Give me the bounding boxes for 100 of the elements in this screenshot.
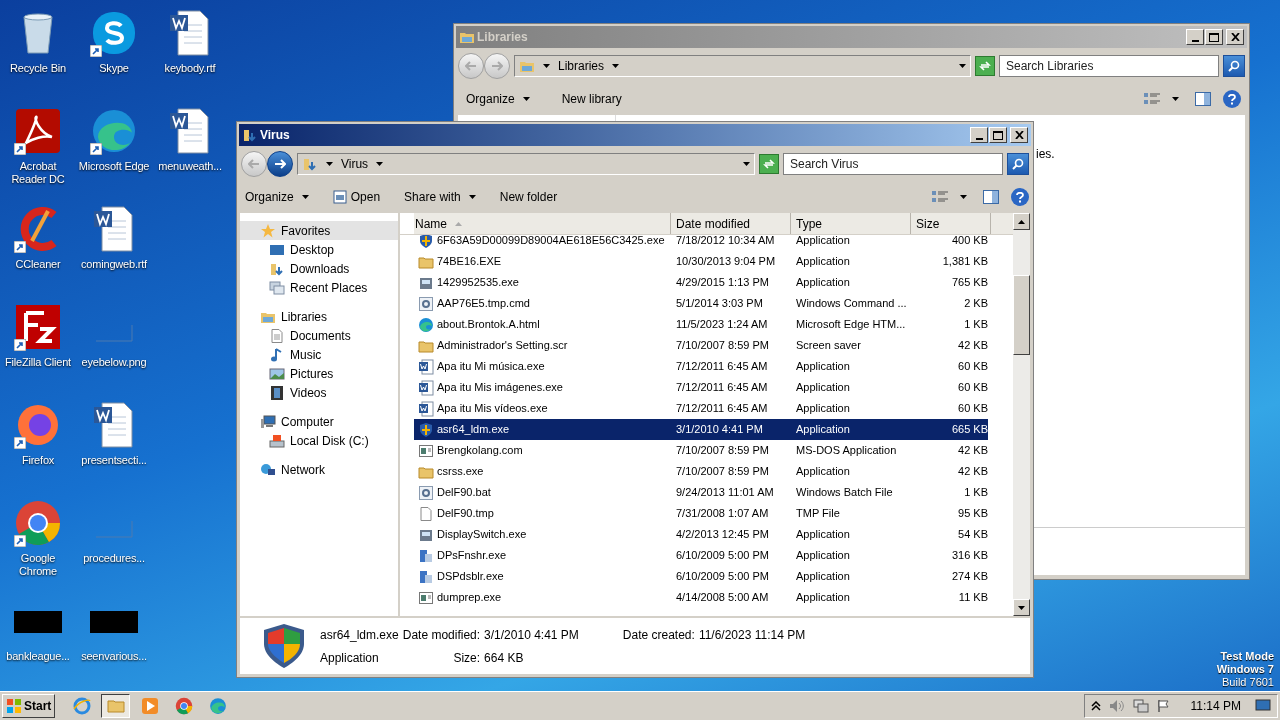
size-cell-text: 60 KB	[957, 401, 988, 417]
navigation-item[interactable]: Pictures	[240, 364, 398, 383]
close-button[interactable]	[1010, 127, 1028, 143]
refresh-icon	[763, 157, 775, 170]
file-row[interactable]: 1429952535.exe 4/29/2015 1:13 PM Application 765 KB	[414, 272, 988, 293]
file-row[interactable]: DisplaySwitch.exe 4/2/2013 12:45 PM Application 54 KB	[414, 524, 988, 545]
file-row[interactable]: 6F63A59D00099D89004AE618E56C3425.exe 7/18/2012 10:34 AM Application 400 KB	[414, 235, 988, 251]
file-row[interactable]: Apa itu Mi música.exe 7/12/2011 6:45 AM Application 60 KB	[414, 356, 988, 377]
scroll-thumb[interactable]	[1013, 274, 1030, 355]
help-button[interactable]	[1011, 188, 1029, 206]
file-row[interactable]: asr64_ldm.exe 3/1/2010 4:41 PM Application 665 KB	[414, 419, 988, 440]
file-row[interactable]: Apa itu Mis vídeos.exe 7/12/2011 6:45 AM Application 60 KB	[414, 398, 988, 419]
flag-icon[interactable]	[1156, 699, 1171, 713]
date-cell-text: 11/5/2023 1:24 AM	[675, 317, 769, 333]
windows-logo-icon	[6, 698, 22, 714]
shield-icon	[418, 421, 434, 438]
forward-arrow-icon	[274, 158, 286, 169]
search-field[interactable]: Search Virus	[783, 152, 1003, 175]
maximize-button[interactable]	[1205, 29, 1223, 45]
network-icon[interactable]	[1132, 699, 1149, 713]
file-name: 6F63A59D00099D89004AE618E56C3425.exe	[437, 235, 665, 249]
file-row[interactable]: DelF90.bat 9/24/2013 11:01 AM Windows Batch File 1 KB	[414, 482, 988, 503]
file-row[interactable]: Administrador's Setting.scr 7/10/2007 8:59 PM Screen saver 42 KB	[414, 335, 988, 356]
type-cell-text: Application	[795, 527, 851, 543]
file-row[interactable]: Apa itu Mis imágenes.exe 7/12/2011 6:45 AM Application 60 KB	[414, 377, 988, 398]
navigation-item[interactable]: Recent Places	[240, 278, 398, 297]
refresh-icon	[979, 59, 991, 72]
size-cell-text: 665 KB	[950, 422, 988, 438]
os-notice-text: Windows 7	[1216, 663, 1274, 676]
file-row[interactable]: DSPdsblr.exe 6/10/2009 5:00 PM Application 274 KB	[414, 566, 988, 587]
forward-button[interactable]	[267, 150, 293, 177]
column-header[interactable]: Type	[791, 213, 911, 234]
gear-file-icon	[418, 295, 434, 312]
breadcrumb-item[interactable]: Libraries	[558, 56, 605, 75]
refresh-button[interactable]	[759, 153, 779, 174]
chevron-up-icon[interactable]	[1090, 701, 1101, 711]
search-button[interactable]	[1223, 54, 1245, 77]
navigation-item[interactable]: Network	[240, 460, 398, 479]
toolbar-button[interactable]: Organize	[462, 90, 534, 108]
navigation-item[interactable]: Videos	[240, 383, 398, 402]
search-button[interactable]	[1007, 152, 1029, 175]
column-header[interactable]: Size	[911, 213, 991, 234]
back-arrow-icon	[465, 60, 477, 71]
toolbar-button[interactable]: New folder	[495, 188, 562, 206]
forward-arrow-icon	[491, 60, 503, 71]
navigation-item[interactable]: Desktop	[240, 240, 398, 259]
file-row[interactable]: Brengkolang.com 7/10/2007 8:59 PM MS-DOS Application 42 KB	[414, 440, 988, 461]
file-name: Administrador's Setting.scr	[437, 338, 568, 354]
breadcrumb-item[interactable]: Virus	[341, 154, 369, 173]
type-cell-text: Windows Batch File	[795, 485, 894, 501]
search-field[interactable]: Search Libraries	[999, 54, 1219, 77]
navigation-item[interactable]: Music	[240, 345, 398, 364]
minimize-button[interactable]	[1186, 29, 1204, 45]
preview-pane-button[interactable]	[983, 190, 999, 204]
maximize-button[interactable]	[989, 127, 1007, 143]
column-header[interactable]: Date modified	[671, 213, 791, 234]
address-bar[interactable]: Virus	[297, 152, 755, 175]
file-row[interactable]: dumprep.exe 4/14/2008 5:00 AM Application 11 KB	[414, 587, 988, 608]
monitor-icon[interactable]	[1255, 699, 1271, 713]
address-bar[interactable]: Libraries	[514, 54, 971, 77]
toolbar-button[interactable]: Share with	[400, 188, 480, 206]
navigation-item[interactable]: Favorites	[240, 221, 398, 240]
toolbar-button[interactable]: Organize	[241, 188, 313, 206]
navigation-item[interactable]: Local Disk (C:)	[240, 431, 398, 450]
preview-pane-button[interactable]	[1195, 92, 1211, 106]
size-cell-text: 60 KB	[957, 359, 988, 375]
navigation-item[interactable]: Computer	[240, 412, 398, 431]
clock[interactable]: 11:14 PM	[1190, 697, 1241, 715]
search-icon	[1228, 59, 1240, 72]
film-icon	[269, 384, 285, 401]
navigation-item[interactable]: Downloads	[240, 259, 398, 278]
play-icon	[140, 697, 159, 715]
refresh-button[interactable]	[975, 55, 995, 76]
date-cell-text: 7/10/2007 8:59 PM	[675, 464, 770, 480]
file-name: csrss.exe	[437, 464, 484, 480]
taskbar-app[interactable]	[101, 694, 131, 718]
file-name: DSPdsblr.exe	[437, 569, 504, 585]
file-row[interactable]: AAP76E5.tmp.cmd 5/1/2014 3:03 PM Windows Command ... 2 KB	[414, 293, 988, 314]
toolbar-button[interactable]: New library	[557, 90, 626, 108]
file-row[interactable]: csrss.exe 7/10/2007 8:59 PM Application 42 KB	[414, 461, 988, 482]
file-row[interactable]: about.Brontok.A.html 11/5/2023 1:24 AM Microsoft Edge HTM... 1 KB	[414, 314, 988, 335]
file-name: DPsFnshr.exe	[437, 548, 507, 564]
navigation-item[interactable]: Documents	[240, 326, 398, 345]
type-cell-text: Application	[795, 275, 851, 291]
close-button[interactable]	[1226, 29, 1244, 45]
help-button[interactable]	[1223, 90, 1241, 108]
minimize-button[interactable]	[970, 127, 988, 143]
file-row[interactable]: DPsFnshr.exe 6/10/2009 5:00 PM Application 316 KB	[414, 545, 988, 566]
file-name: DelF90.bat	[437, 485, 491, 501]
field-value: 664 KB	[484, 649, 525, 667]
scrollbar[interactable]	[1013, 213, 1030, 616]
file-row[interactable]: 74BE16.EXE 10/30/2013 9:04 PM Application 1,381 KB	[414, 251, 988, 272]
start-button[interactable]: Start	[2, 694, 56, 718]
file-row[interactable]: DelF90.tmp 7/31/2008 1:07 AM TMP File 95 KB	[414, 503, 988, 524]
column-header[interactable]: Name	[414, 213, 671, 234]
open-button[interactable]: Open	[328, 188, 385, 206]
gear-file-icon	[418, 484, 434, 501]
file-name: dumprep.exe	[437, 590, 502, 606]
navigation-item[interactable]: Libraries	[240, 307, 398, 326]
file-name: Apa itu Mis imágenes.exe	[437, 380, 563, 396]
